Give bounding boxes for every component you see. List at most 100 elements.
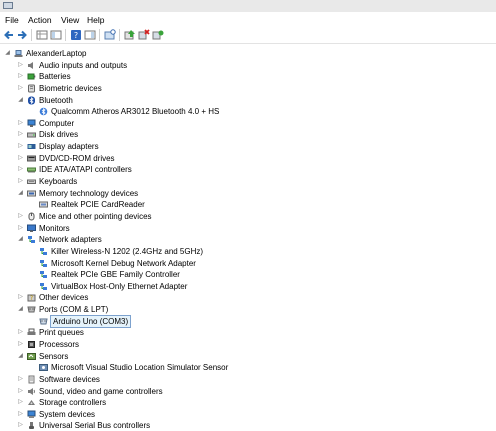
menu-view[interactable]: View <box>61 15 79 25</box>
expand-arrow-icon[interactable]: ▷ <box>17 211 24 222</box>
category-label: Sound, video and game controllers <box>39 387 163 396</box>
expand-arrow-icon[interactable]: ▷ <box>17 129 24 140</box>
expand-arrow-icon[interactable]: ▷ <box>17 83 24 94</box>
tree-category-storage-controllers[interactable]: ▷ Storage controllers <box>0 397 496 408</box>
expand-arrow-icon[interactable]: ▷ <box>17 327 24 338</box>
collapse-arrow-icon[interactable]: ◢ <box>17 234 24 245</box>
category-label: Storage controllers <box>39 398 107 407</box>
device-label: Realtek PCIe GBE Family Controller <box>51 270 180 279</box>
menu-action[interactable]: Action <box>28 15 52 25</box>
enable-device-icon[interactable] <box>152 29 164 41</box>
back-arrow-icon[interactable] <box>3 29 15 41</box>
collapse-arrow-icon[interactable]: ◢ <box>17 188 24 199</box>
tree-category-bluetooth[interactable]: ◢ Bluetooth <box>0 95 496 106</box>
category-label: AlexanderLaptop <box>26 49 87 58</box>
tree-category-keyboards[interactable]: ▷ Keyboards <box>0 176 496 187</box>
category-label: Ports (COM & LPT) <box>39 305 109 314</box>
tree-category-sound-video-and-game-controllers[interactable]: ▷ Sound, video and game controllers <box>0 386 496 397</box>
expand-arrow-icon[interactable]: ▷ <box>17 397 24 408</box>
tree-category-ports-com-lpt[interactable]: ◢ Ports (COM & LPT) <box>0 304 496 315</box>
tree-category-network-adapters[interactable]: ◢ Network adapters <box>0 234 496 245</box>
tree-category-sensors[interactable]: ◢ Sensors <box>0 351 496 362</box>
disk-drive-icon <box>27 132 36 138</box>
network-adapter-icon <box>40 283 47 290</box>
device-manager-icon <box>3 2 13 9</box>
other-devices-icon: ? <box>27 294 36 302</box>
tree-root[interactable]: ◢ AlexanderLaptop <box>0 48 496 59</box>
device-item[interactable]: Killer Wireless-N 1202 (2.4GHz and 5GHz) <box>0 246 496 257</box>
collapse-arrow-icon[interactable]: ◢ <box>4 48 11 59</box>
expand-arrow-icon[interactable]: ▷ <box>17 292 24 303</box>
device-item[interactable]: Qualcomm Atheros AR3012 Bluetooth 4.0 + … <box>0 106 496 117</box>
expand-arrow-icon[interactable]: ▷ <box>17 374 24 385</box>
tree-category-audio-inputs-and-outputs[interactable]: ▷ Audio inputs and outputs <box>0 60 496 71</box>
tree-category-processors[interactable]: ▷ Processors <box>0 339 496 350</box>
expand-arrow-icon[interactable]: ▷ <box>17 141 24 152</box>
collapse-arrow-icon[interactable]: ◢ <box>17 95 24 106</box>
expand-arrow-icon[interactable]: ▷ <box>17 60 24 71</box>
tree-category-biometric-devices[interactable]: ▷ Biometric devices <box>0 83 496 94</box>
category-label: Software devices <box>39 375 100 384</box>
expand-arrow-icon[interactable]: ▷ <box>17 153 24 164</box>
expand-arrow-icon[interactable]: ▷ <box>17 386 24 397</box>
tree-category-computer[interactable]: ▷ Computer <box>0 118 496 129</box>
tree-category-display-adapters[interactable]: ▷ Display adapters <box>0 141 496 152</box>
device-item[interactable]: Arduino Uno (COM3) <box>0 315 496 328</box>
update-driver-icon[interactable] <box>124 29 136 41</box>
tree-category-batteries[interactable]: ▷ Batteries <box>0 71 496 82</box>
svg-text:?: ? <box>30 295 33 302</box>
category-label: Network adapters <box>39 235 102 244</box>
tree-category-system-devices[interactable]: ▷ System devices <box>0 409 496 420</box>
expand-arrow-icon[interactable]: ▷ <box>17 118 24 129</box>
tree-category-disk-drives[interactable]: ▷ Disk drives <box>0 129 496 140</box>
uninstall-device-icon[interactable] <box>138 29 150 41</box>
toolbar-separator <box>119 29 120 41</box>
expand-arrow-icon[interactable]: ▷ <box>17 223 24 234</box>
category-label: Bluetooth <box>39 96 73 105</box>
sensor-icon <box>27 353 36 360</box>
expand-arrow-icon[interactable]: ▷ <box>17 71 24 82</box>
monitor-icon <box>27 224 36 232</box>
device-item[interactable]: Microsoft Visual Studio Location Simulat… <box>0 362 496 373</box>
menu-bar: File Action View Help <box>0 12 496 27</box>
laptop-icon <box>14 50 23 57</box>
expand-arrow-icon[interactable]: ▷ <box>17 176 24 187</box>
fingerprint-icon <box>28 84 35 93</box>
menu-file[interactable]: File <box>5 15 19 25</box>
tree-category-ide-ata-atapi-controllers[interactable]: ▷ IDE ATA/ATAPI controllers <box>0 164 496 175</box>
show-hide-pane-icon[interactable] <box>84 29 96 41</box>
expand-arrow-icon[interactable]: ▷ <box>17 409 24 420</box>
collapse-arrow-icon[interactable]: ◢ <box>17 351 24 362</box>
tree-category-mice-and-other-pointing-devices[interactable]: ▷ Mice and other pointing devices <box>0 211 496 222</box>
toolbar-separator <box>31 29 32 41</box>
expand-arrow-icon[interactable]: ▷ <box>17 420 24 431</box>
device-item[interactable]: Realtek PCIE CardReader <box>0 199 496 210</box>
tree-category-dvd-cd-rom-drives[interactable]: ▷ DVD/CD-ROM drives <box>0 153 496 164</box>
console-tree-icon[interactable] <box>50 29 62 41</box>
menu-help[interactable]: Help <box>87 15 104 25</box>
help-icon[interactable]: ? <box>70 29 82 41</box>
battery-icon <box>27 73 36 80</box>
properties-grid-icon[interactable] <box>36 29 48 41</box>
category-label: Monitors <box>39 224 70 233</box>
category-label: Display adapters <box>39 142 99 151</box>
tree-category-universal-serial-bus-controllers[interactable]: ▷ Universal Serial Bus controllers <box>0 420 496 431</box>
collapse-arrow-icon[interactable]: ◢ <box>17 304 24 315</box>
tree-category-memory-technology-devices[interactable]: ◢ Memory technology devices <box>0 188 496 199</box>
device-item[interactable]: Realtek PCIe GBE Family Controller <box>0 269 496 280</box>
tree-category-monitors[interactable]: ▷ Monitors <box>0 223 496 234</box>
mouse-icon <box>28 212 35 221</box>
tree-category-print-queues[interactable]: ▷ Print queues <box>0 327 496 338</box>
tree-category-other-devices[interactable]: ▷? Other devices <box>0 292 496 303</box>
device-item[interactable]: Microsoft Kernel Debug Network Adapter <box>0 258 496 269</box>
device-label: Microsoft Kernel Debug Network Adapter <box>51 259 196 268</box>
scan-hardware-icon[interactable] <box>104 29 116 41</box>
software-device-icon <box>28 375 35 384</box>
device-item[interactable]: VirtualBox Host-Only Ethernet Adapter <box>0 281 496 292</box>
tree-category-software-devices[interactable]: ▷ Software devices <box>0 374 496 385</box>
category-label: Computer <box>39 119 75 128</box>
forward-arrow-icon[interactable] <box>16 29 28 41</box>
category-label: Mice and other pointing devices <box>39 212 152 221</box>
expand-arrow-icon[interactable]: ▷ <box>17 164 24 175</box>
expand-arrow-icon[interactable]: ▷ <box>17 339 24 350</box>
